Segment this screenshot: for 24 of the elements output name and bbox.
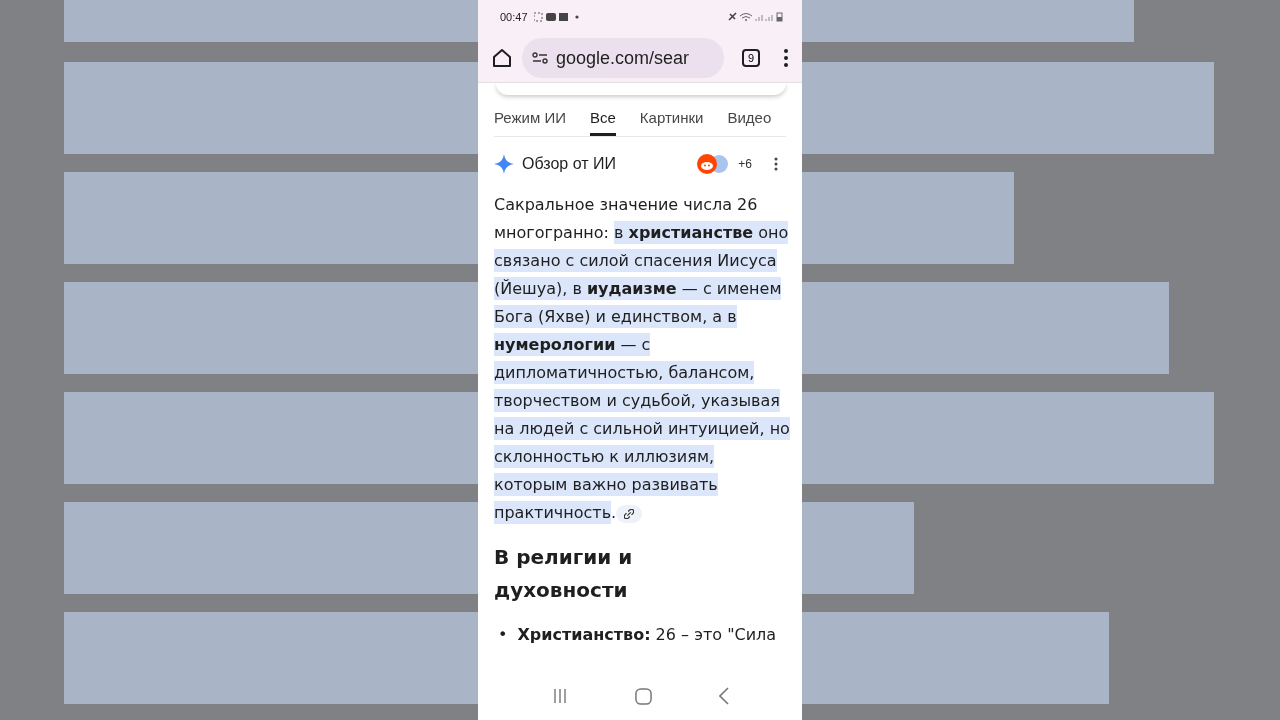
source-favicons[interactable] [696, 153, 731, 175]
search-tab[interactable]: Видео [727, 109, 772, 136]
recent-apps-icon[interactable] [551, 688, 568, 704]
sources-count[interactable]: +6 [738, 157, 752, 171]
address-field[interactable]: google.com/sear [522, 38, 724, 78]
more-icon[interactable] [774, 157, 778, 171]
search-tab[interactable]: Режим ИИ [494, 109, 566, 136]
system-status-icons [728, 12, 784, 22]
home-button-icon[interactable] [634, 687, 652, 705]
back-icon[interactable] [718, 687, 729, 705]
sparkle-icon [494, 154, 514, 174]
search-tab[interactable]: Все [590, 109, 616, 136]
home-icon[interactable] [492, 48, 512, 68]
more-icon[interactable] [784, 49, 788, 67]
search-tab[interactable]: Картинки [639, 109, 704, 136]
site-settings-icon[interactable] [532, 52, 548, 64]
section-heading: В религии и духовности [494, 544, 634, 604]
link-button[interactable] [616, 504, 643, 523]
link-icon [624, 508, 635, 519]
tab-count-button[interactable]: 9 [741, 49, 760, 67]
overview-title: Обзор от ИИ [522, 155, 616, 173]
bullet-item: Христианство: 26 – это "Сила [517, 624, 777, 646]
status-time: 00:47 [500, 11, 528, 23]
bullet-marker: • [498, 624, 508, 646]
